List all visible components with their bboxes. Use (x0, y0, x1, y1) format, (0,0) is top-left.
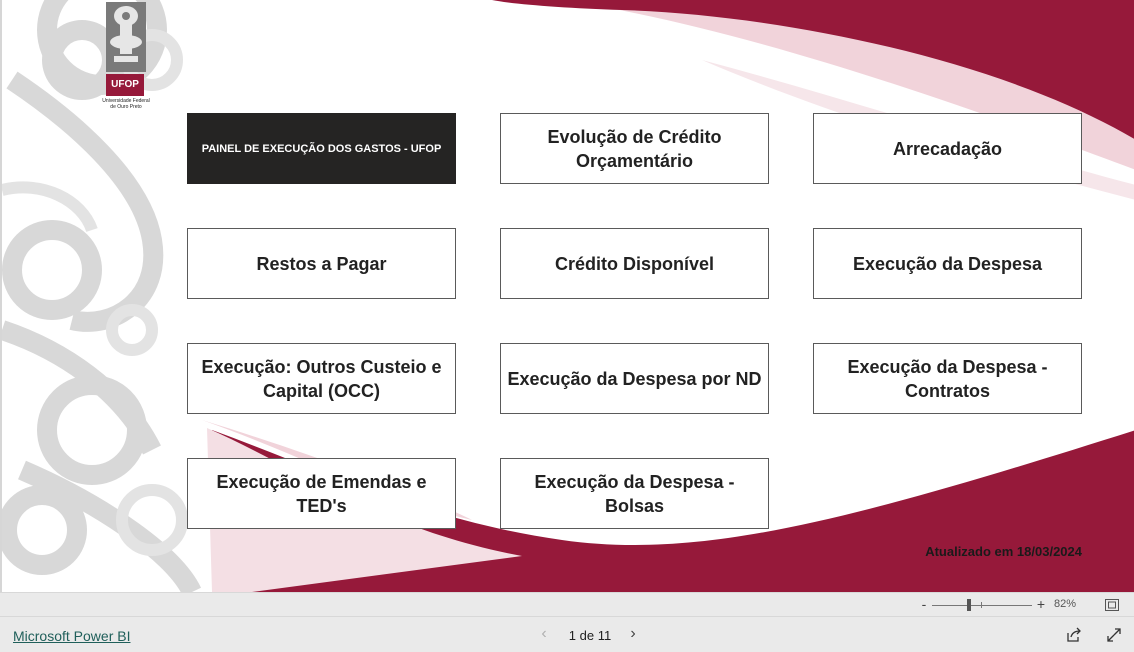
tile-label: Evolução de Crédito Orçamentário (547, 126, 722, 171)
tile-label: Execução da Despesa por ND (507, 368, 762, 389)
ufop-logo: UFOP Universidade Federal de Ouro Preto (98, 2, 156, 112)
tile-execucao-despesa[interactable]: Execução da Despesa (813, 228, 1082, 299)
logo-emblem-icon (106, 2, 146, 72)
zoom-out-button[interactable]: - (918, 596, 930, 612)
zoom-slider-track[interactable] (932, 605, 1032, 606)
tile-evolucao-credito[interactable]: Evolução de Crédito Orçamentário (500, 113, 769, 184)
tile-painel-execucao[interactable]: PAINEL DE EXECUÇÃO DOS GASTOS - UFOP (187, 113, 456, 184)
fullscreen-expand-icon[interactable] (1106, 627, 1122, 643)
share-icon[interactable] (1066, 627, 1082, 643)
tile-arrecadacao[interactable]: Arrecadação (813, 113, 1082, 184)
fit-to-page-icon[interactable] (1105, 599, 1119, 611)
tile-despesa-por-nd[interactable]: Execução da Despesa por ND (500, 343, 769, 414)
zoom-slider-tick (981, 602, 982, 608)
tile-label: Execução: Outros Custeio e Capital (OCC) (201, 356, 442, 401)
tile-label: Execução da Despesa - Bolsas (534, 471, 735, 516)
power-bi-link[interactable]: Microsoft Power BI (13, 628, 130, 644)
tile-despesa-contratos[interactable]: Execução da Despesa - Contratos (813, 343, 1082, 414)
tile-label: PAINEL DE EXECUÇÃO DOS GASTOS - UFOP (201, 142, 442, 155)
zoom-bar: - + 82% (0, 592, 1134, 616)
chevron-left-icon[interactable]: ‹ (536, 625, 552, 643)
zoom-in-button[interactable]: + (1034, 596, 1048, 612)
tile-credito-disponivel[interactable]: Crédito Disponível (500, 228, 769, 299)
zoom-slider-thumb[interactable] (967, 599, 971, 611)
tile-despesa-bolsas[interactable]: Execução da Despesa - Bolsas (500, 458, 769, 529)
page-indicator: 1 de 11 (568, 628, 612, 643)
footer-bar: Microsoft Power BI ‹ 1 de 11 › (0, 616, 1134, 652)
tile-label: Execução de Emendas e TED's (216, 471, 427, 516)
logo-caption: Universidade Federal de Ouro Preto (98, 98, 154, 110)
last-updated-text: Atualizado em 18/03/2024 (925, 544, 1082, 559)
logo-badge: UFOP (106, 74, 144, 96)
tile-label: Arrecadação (892, 138, 1003, 159)
tile-restos-a-pagar[interactable]: Restos a Pagar (187, 228, 456, 299)
logo-caption-line2: de Ouro Preto (110, 104, 142, 110)
chevron-right-icon[interactable]: › (625, 625, 641, 643)
tile-label: Execução da Despesa (852, 253, 1043, 274)
tile-label: Execução da Despesa - Contratos (847, 356, 1048, 401)
tile-emendas-teds[interactable]: Execução de Emendas e TED's (187, 458, 456, 529)
zoom-percent: 82% (1054, 598, 1077, 610)
tile-label: Crédito Disponível (554, 253, 715, 274)
tile-label: Restos a Pagar (256, 253, 387, 274)
report-canvas: UFOP Universidade Federal de Ouro Preto … (0, 0, 1134, 592)
tile-execucao-occ[interactable]: Execução: Outros Custeio e Capital (OCC) (187, 343, 456, 414)
